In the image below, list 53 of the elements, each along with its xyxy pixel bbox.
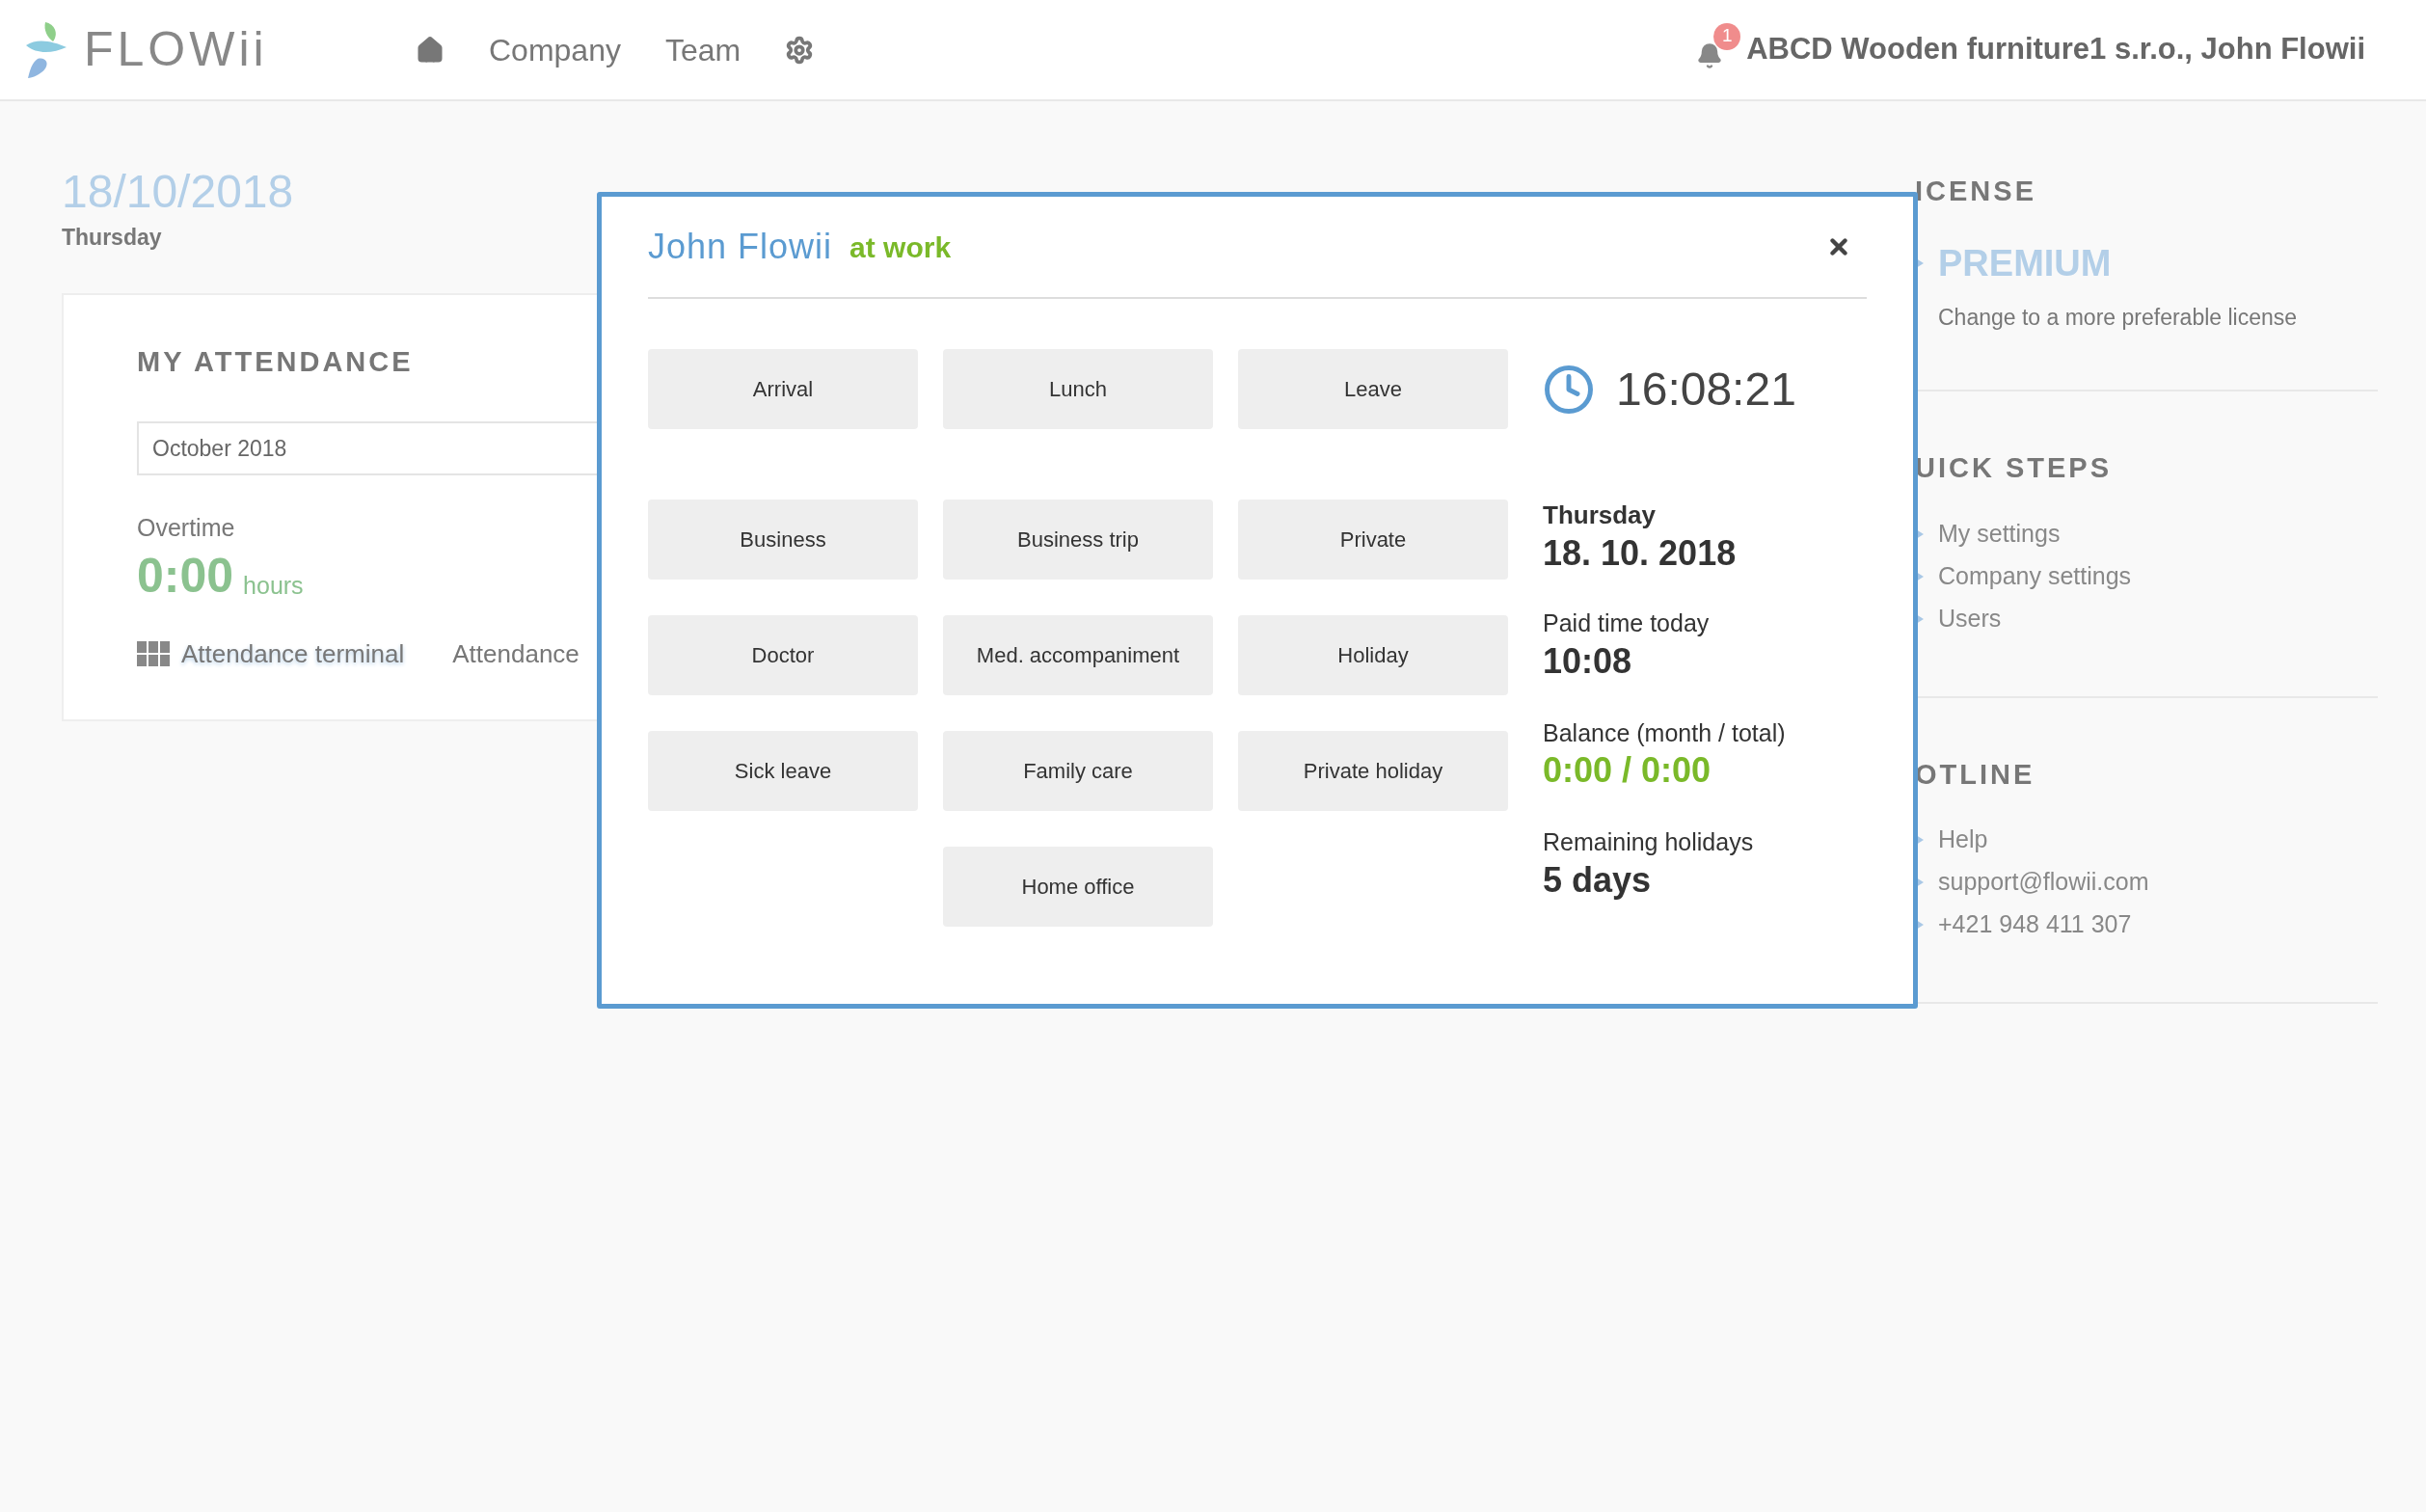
attendance-button[interactable]: Private holiday: [1238, 731, 1508, 811]
stat-value: 5 days: [1543, 860, 1653, 900]
notification-bell-icon[interactable]: [1696, 41, 1724, 69]
attendance-button[interactable]: Lunch: [943, 349, 1213, 429]
sidebar-link[interactable]: Users: [1938, 600, 2002, 637]
license-note: Change to a more preferable license: [1938, 303, 2299, 332]
today-date: 18/10/2018: [62, 165, 295, 219]
stat-label: Balance (month / total): [1543, 717, 1787, 748]
sidebar-link[interactable]: Help: [1938, 822, 1988, 858]
stat-value: 0:00 / 0:00: [1543, 751, 1712, 790]
attendance-button[interactable]: Business: [648, 500, 918, 580]
attendance-button[interactable]: Doctor: [648, 615, 918, 695]
attendance-button[interactable]: Private: [1238, 500, 1508, 580]
dialog-weekday: Thursday: [1543, 500, 1658, 531]
nav-link[interactable]: Company: [489, 26, 621, 73]
dialog-date: 18. 10. 2018: [1543, 534, 1738, 573]
sidebar-heading: OTLINE: [1915, 757, 2035, 792]
sidebar-heading: ICENSE: [1915, 175, 2036, 208]
nav-link[interactable]: Team: [664, 26, 741, 73]
notification-badge: 1: [1713, 22, 1741, 50]
logo-text[interactable]: FLOWii: [84, 14, 268, 86]
sidebar-heading: UICK STEPS: [1915, 451, 2113, 485]
clock-icon: [1543, 363, 1595, 416]
overtime-label: Overtime: [137, 513, 235, 543]
attendance-link[interactable]: Attendance: [452, 634, 580, 673]
attendance-button[interactable]: Leave: [1238, 349, 1508, 429]
stat-label: Paid time today: [1543, 608, 1711, 638]
sidebar-link[interactable]: Company settings: [1938, 557, 2132, 595]
overtime-value: 0:00: [137, 547, 234, 605]
settings-icon[interactable]: [785, 35, 815, 65]
overtime-unit: hours: [243, 570, 304, 601]
card-title: MY ATTENDANCE: [137, 344, 415, 379]
sidebar-link[interactable]: +421 948 411 307: [1938, 906, 2132, 943]
attendance-button[interactable]: Holiday: [1238, 615, 1508, 695]
dialog-status: at work: [849, 230, 952, 265]
logo-icon: [24, 19, 68, 80]
attendance-link[interactable]: Attendance terminal: [181, 634, 405, 673]
attendance-button[interactable]: Home office: [943, 847, 1213, 927]
attendance-button[interactable]: Sick leave: [648, 731, 918, 811]
attendance-button[interactable]: Family care: [943, 731, 1213, 811]
attendance-button[interactable]: Med. accompaniment: [943, 615, 1213, 695]
stat-value: 10:08: [1543, 641, 1633, 681]
sidebar-link[interactable]: support@flowii.com: [1938, 864, 2149, 901]
today-weekday: Thursday: [62, 224, 162, 252]
sidebar-link[interactable]: My settings: [1938, 515, 2061, 553]
grid-icon: [137, 641, 170, 666]
current-time: 16:08:21: [1616, 362, 1796, 417]
home-icon[interactable]: [416, 35, 445, 65]
dialog-user-name: John Flowii: [648, 226, 833, 268]
account-name[interactable]: ABCD Wooden furniture1 s.r.o., John Flowii: [1746, 27, 2365, 72]
attendance-button[interactable]: Business trip: [943, 500, 1213, 580]
attendance-button[interactable]: Arrival: [648, 349, 918, 429]
stat-label: Remaining holidays: [1543, 827, 1755, 857]
